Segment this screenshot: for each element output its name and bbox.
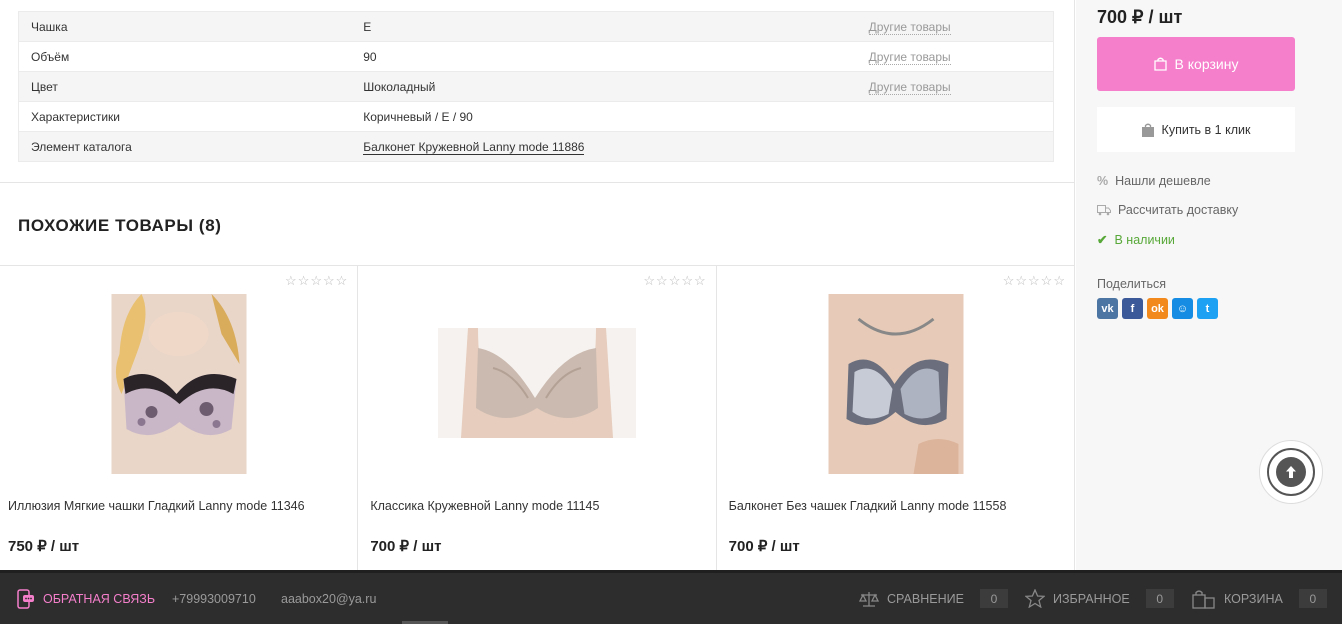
catalog-element-link[interactable]: Балконет Кружевной Lanny mode 11886 bbox=[363, 139, 585, 155]
one-click-label: Купить в 1 клик bbox=[1161, 122, 1251, 137]
phone-link[interactable]: +79993009710 bbox=[172, 573, 256, 624]
bag-icon bbox=[1141, 123, 1154, 137]
in-stock-label: В наличии bbox=[1114, 232, 1175, 247]
star-icon: ☆ bbox=[1053, 273, 1065, 288]
feedback-button[interactable]: ОБРАТНАЯ СВЯЗЬ bbox=[17, 573, 155, 624]
facebook-icon[interactable]: f bbox=[1122, 298, 1143, 319]
shopping-bags-icon bbox=[1192, 589, 1215, 609]
product-card[interactable]: ☆ ☆ ☆ ☆ ☆ Иллюзия Мягкие чашки Гладкий Lanny… bbox=[0, 266, 359, 571]
product-price: 700 ₽ / шт bbox=[728, 538, 800, 555]
product-name[interactable]: Иллюзия Мягкие чашки Гладкий Lanny mode … bbox=[8, 499, 305, 513]
mailru-icon[interactable]: ☺ bbox=[1172, 298, 1193, 319]
table-row: Цвет Шоколадный Другие товары bbox=[18, 71, 1054, 102]
percent-icon: % bbox=[1097, 174, 1109, 188]
cart-label: КОРЗИНА bbox=[1224, 591, 1283, 606]
star-icon: ☆ bbox=[643, 273, 656, 288]
prop-value: Коричневый / E / 90 bbox=[351, 101, 857, 132]
product-card[interactable]: ☆ ☆ ☆ ☆ ☆ Балконет Без чашек Гладкий Lanny m… bbox=[717, 266, 1075, 571]
other-products-link[interactable]: Другие товары bbox=[868, 19, 951, 35]
prop-label: Объём bbox=[18, 41, 352, 72]
compare-button[interactable]: СРАВНЕНИЕ 0 bbox=[859, 573, 1008, 624]
phone-chat-icon bbox=[17, 588, 34, 609]
prop-value: 90 bbox=[351, 41, 857, 72]
star-icon: ☆ bbox=[694, 273, 706, 288]
product-card[interactable]: ☆ ☆ ☆ ☆ ☆ Классика Кружевной Lanny mode 1114… bbox=[358, 266, 717, 571]
bottom-panel: ОБРАТНАЯ СВЯЗЬ +79993009710 aaabox20@ya.… bbox=[0, 570, 1342, 624]
star-icon: ☆ bbox=[1040, 273, 1053, 288]
star-icon: ☆ bbox=[285, 273, 297, 288]
favorites-button[interactable]: ИЗБРАННОЕ 0 bbox=[1025, 573, 1174, 624]
rating-stars: ☆ ☆ ☆ ☆ ☆ bbox=[1003, 274, 1065, 287]
prop-value: Шоколадный bbox=[351, 71, 857, 102]
star-icon bbox=[1025, 589, 1045, 608]
scroll-top-ring bbox=[1267, 448, 1315, 496]
prop-label: Чашка bbox=[18, 11, 352, 42]
other-products-link[interactable]: Другие товары bbox=[868, 49, 951, 65]
twitter-icon[interactable]: t bbox=[1197, 298, 1218, 319]
email-link[interactable]: aaabox20@ya.ru bbox=[281, 573, 376, 624]
prop-empty bbox=[856, 101, 1054, 132]
table-row: Характеристики Коричневый / E / 90 bbox=[18, 101, 1054, 132]
similar-products-list: ☆ ☆ ☆ ☆ ☆ Иллюзия Мягкие чашки Гладкий Lanny… bbox=[0, 265, 1075, 571]
prop-label: Цвет bbox=[18, 71, 352, 102]
found-cheaper-link[interactable]: % Нашли дешевле bbox=[1097, 174, 1211, 188]
product-name[interactable]: Классика Кружевной Lanny mode 11145 bbox=[370, 499, 599, 513]
table-row: Чашка E Другие товары bbox=[18, 11, 1054, 42]
calc-delivery-label: Рассчитать доставку bbox=[1118, 203, 1239, 217]
product-price: 750 ₽ / шт bbox=[8, 538, 80, 555]
product-price: 700 ₽ / шт bbox=[370, 538, 442, 555]
cart-count: 0 bbox=[1298, 589, 1327, 608]
star-icon: ☆ bbox=[1002, 273, 1015, 288]
prop-value: E bbox=[351, 11, 857, 42]
properties-table: Чашка E Другие товары Объём 90 Другие то… bbox=[18, 11, 1054, 162]
favorites-label: ИЗБРАННОЕ bbox=[1053, 591, 1130, 606]
star-icon: ☆ bbox=[323, 273, 335, 288]
product-price: 700 ₽ / шт bbox=[1097, 7, 1183, 27]
prop-label: Элемент каталога bbox=[18, 131, 352, 162]
scales-icon bbox=[859, 591, 879, 607]
prop-empty bbox=[856, 131, 1054, 162]
favorites-count: 0 bbox=[1145, 589, 1174, 608]
bag-icon bbox=[1153, 57, 1167, 71]
compare-count: 0 bbox=[979, 589, 1008, 608]
one-click-buy-button[interactable]: Купить в 1 клик bbox=[1097, 107, 1295, 152]
truck-icon bbox=[1097, 204, 1111, 215]
scroll-top-button[interactable] bbox=[1259, 440, 1323, 504]
table-row: Элемент каталога Балконет Кружевной Lann… bbox=[18, 131, 1054, 162]
product-image[interactable] bbox=[828, 294, 964, 477]
star-icon: ☆ bbox=[1028, 273, 1040, 288]
cart-button[interactable]: КОРЗИНА 0 bbox=[1192, 573, 1327, 624]
vk-icon[interactable]: vk bbox=[1097, 298, 1118, 319]
prop-label: Характеристики bbox=[18, 101, 352, 132]
add-to-cart-label: В корзину bbox=[1174, 56, 1239, 72]
star-icon: ☆ bbox=[1015, 273, 1028, 288]
share-buttons: vk f ok ☺ t bbox=[1097, 298, 1218, 319]
rating-stars: ☆ ☆ ☆ ☆ ☆ bbox=[285, 274, 347, 287]
found-cheaper-label: Нашли дешевле bbox=[1115, 174, 1211, 188]
similar-products-title: ПОХОЖИЕ ТОВАРЫ (8) bbox=[18, 216, 222, 235]
star-icon: ☆ bbox=[668, 273, 681, 288]
rating-stars: ☆ ☆ ☆ ☆ ☆ bbox=[643, 274, 705, 287]
calc-delivery-link[interactable]: Рассчитать доставку bbox=[1097, 203, 1238, 217]
feedback-label: ОБРАТНАЯ СВЯЗЬ bbox=[43, 591, 156, 606]
product-name[interactable]: Балконет Без чашек Гладкий Lanny mode 11… bbox=[729, 499, 1007, 513]
star-icon: ☆ bbox=[335, 273, 348, 288]
section-divider bbox=[0, 182, 1075, 183]
star-icon: ☆ bbox=[656, 273, 668, 288]
check-icon: ✔ bbox=[1097, 233, 1108, 247]
in-stock-status: ✔ В наличии bbox=[1097, 232, 1175, 248]
arrow-up-icon bbox=[1276, 457, 1306, 487]
star-icon: ☆ bbox=[681, 273, 693, 288]
product-image[interactable] bbox=[437, 328, 636, 441]
star-icon: ☆ bbox=[297, 273, 310, 288]
product-image[interactable] bbox=[111, 294, 247, 477]
share-label: Поделиться bbox=[1097, 277, 1167, 291]
table-row: Объём 90 Другие товары bbox=[18, 41, 1054, 72]
star-icon: ☆ bbox=[310, 273, 323, 288]
other-products-link[interactable]: Другие товары bbox=[868, 79, 951, 95]
odnoklassniki-icon[interactable]: ok bbox=[1147, 298, 1168, 319]
main-content: Чашка E Другие товары Объём 90 Другие то… bbox=[0, 0, 1075, 571]
add-to-cart-button[interactable]: В корзину bbox=[1097, 37, 1295, 91]
compare-label: СРАВНЕНИЕ bbox=[887, 591, 964, 606]
